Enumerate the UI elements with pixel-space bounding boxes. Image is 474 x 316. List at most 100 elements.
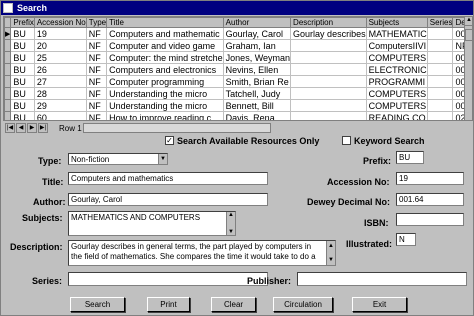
table-cell[interactable]: 28 <box>33 87 87 100</box>
table-cell[interactable]: Understanding the micro <box>106 99 224 112</box>
table-cell[interactable]: Computers and electronics <box>106 63 224 76</box>
next-record-icon[interactable]: ▶ <box>27 123 37 133</box>
results-grid[interactable]: Prefix Accession No Type Title Author Descrip… <box>3 16 473 121</box>
table-cell[interactable]: COMPUTERS <box>365 51 428 64</box>
publisher-field[interactable] <box>297 272 467 286</box>
table-row[interactable]: BU 27 NF Computer programming Smith, Brian R… <box>4 75 472 88</box>
table-cell[interactable]: BU <box>10 39 35 52</box>
title-field[interactable]: Computers and mathematics <box>68 172 268 185</box>
column-header[interactable]: Type <box>85 17 108 28</box>
table-cell[interactable]: 19 <box>33 27 87 40</box>
scroll-up-icon[interactable]: ▲ <box>327 241 335 251</box>
column-header[interactable]: Accession No <box>33 17 87 28</box>
table-cell[interactable] <box>290 87 367 100</box>
table-cell[interactable]: 27 <box>33 75 87 88</box>
table-cell[interactable]: 25 <box>33 51 87 64</box>
table-cell[interactable]: NF <box>85 87 108 100</box>
column-header[interactable]: Description <box>290 17 367 28</box>
table-cell[interactable]: COMPUTERS <box>365 99 428 112</box>
subjects-field[interactable]: MATHEMATICS AND COMPUTERS ▲ ▼ <box>68 211 236 236</box>
table-row[interactable]: BU 60 NF How to improve reading c Davis, Ren… <box>4 111 472 120</box>
accession-field[interactable]: 19 <box>396 172 464 185</box>
table-row[interactable]: BU 26 NF Computers and electronics Nevins, E… <box>4 63 472 76</box>
table-cell[interactable] <box>290 39 367 52</box>
column-header[interactable]: Prefix <box>10 17 35 28</box>
table-cell[interactable]: Computer programming <box>106 75 224 88</box>
chevron-down-icon[interactable]: ▼ <box>158 154 167 164</box>
table-cell[interactable]: NF <box>85 111 108 120</box>
search-button[interactable]: Search <box>70 297 125 312</box>
table-cell[interactable]: BU <box>10 75 35 88</box>
scroll-up-icon[interactable]: ▲ <box>227 212 235 218</box>
illustrated-field[interactable]: N <box>396 233 416 246</box>
type-select[interactable]: Non-fiction ▼ <box>68 153 168 165</box>
table-cell[interactable]: Nevins, Ellen <box>222 63 292 76</box>
table-row[interactable]: BU 28 NF Understanding the micro Tatchell, J… <box>4 87 472 100</box>
last-record-icon[interactable]: ▶| <box>38 123 48 133</box>
table-cell[interactable]: BU <box>10 27 35 40</box>
grid-horizontal-scrollbar[interactable] <box>83 123 271 133</box>
table-cell[interactable]: NF <box>85 99 108 112</box>
table-cell[interactable]: NF <box>85 51 108 64</box>
circulation-button[interactable]: Circulation <box>273 297 333 312</box>
description-field[interactable]: Gourlay describes in general terms, the … <box>68 240 336 266</box>
table-cell[interactable]: 29 <box>33 99 87 112</box>
exit-button[interactable]: Exit <box>352 297 407 312</box>
first-record-icon[interactable]: |◀ <box>5 123 15 133</box>
table-cell[interactable] <box>426 75 454 88</box>
table-cell[interactable]: 60 <box>33 111 87 120</box>
table-row[interactable]: BU 20 NF Computer and video game Graham, Ian… <box>4 39 472 52</box>
table-cell[interactable]: 26 <box>33 63 87 76</box>
isbn-field[interactable] <box>396 213 464 226</box>
table-cell[interactable] <box>426 99 454 112</box>
table-cell[interactable] <box>290 51 367 64</box>
scroll-up-icon[interactable]: ▲ <box>465 17 472 26</box>
grid-vertical-scrollbar[interactable]: ▲ <box>464 17 472 120</box>
table-cell[interactable]: Understanding the micro <box>106 87 224 100</box>
print-button[interactable]: Print <box>147 297 190 312</box>
table-cell[interactable]: Gourlay describes <box>290 27 367 40</box>
table-row[interactable]: ▶ BU 19 NF Computers and mathematic Gourlay, … <box>4 27 472 40</box>
table-cell[interactable]: Computer: the mind stretche <box>106 51 224 64</box>
table-cell[interactable]: ComputersIIVI <box>365 39 428 52</box>
table-cell[interactable]: Computers and mathematic <box>106 27 224 40</box>
table-cell[interactable] <box>290 75 367 88</box>
keyword-search-checkbox[interactable] <box>342 136 351 145</box>
table-cell[interactable]: Davis, Rena <box>222 111 292 120</box>
table-cell[interactable]: NF <box>85 75 108 88</box>
table-cell[interactable] <box>426 39 454 52</box>
table-cell[interactable] <box>426 51 454 64</box>
table-cell[interactable]: ELECTRONIC <box>365 63 428 76</box>
table-cell[interactable]: PROGRAMMI <box>365 75 428 88</box>
table-cell[interactable] <box>290 111 367 120</box>
description-scrollbar[interactable]: ▲ ▼ <box>326 241 335 265</box>
prev-record-icon[interactable]: ◀ <box>16 123 26 133</box>
clear-button[interactable]: Clear <box>211 297 256 312</box>
table-cell[interactable]: 20 <box>33 39 87 52</box>
table-cell[interactable] <box>426 111 454 120</box>
table-cell[interactable]: MATHEMATIC <box>365 27 428 40</box>
scroll-thumb[interactable] <box>465 29 472 41</box>
scroll-down-icon[interactable]: ▼ <box>327 255 335 265</box>
table-cell[interactable]: Computer and video game <box>106 39 224 52</box>
column-header[interactable]: Author <box>222 17 292 28</box>
table-cell[interactable]: NF <box>85 39 108 52</box>
column-header[interactable]: Title <box>106 17 224 28</box>
column-header[interactable]: Series <box>426 17 454 28</box>
search-available-checkbox[interactable]: ✓ <box>165 136 174 145</box>
table-cell[interactable]: BU <box>10 87 35 100</box>
author-field[interactable]: Gourlay, Carol <box>68 193 268 206</box>
table-cell[interactable]: Tatchell, Judy <box>222 87 292 100</box>
table-cell[interactable]: Graham, Ian <box>222 39 292 52</box>
table-cell[interactable]: Smith, Brian Re <box>222 75 292 88</box>
table-cell[interactable]: BU <box>10 99 35 112</box>
table-cell[interactable]: BU <box>10 63 35 76</box>
table-cell[interactable]: Jones, Weyman <box>222 51 292 64</box>
dewey-field[interactable]: 001.64 <box>396 193 464 206</box>
table-cell[interactable]: COMPUTERS <box>365 87 428 100</box>
table-cell[interactable] <box>426 87 454 100</box>
table-cell[interactable]: Gourlay, Carol <box>222 27 292 40</box>
table-cell[interactable]: BU <box>10 111 35 120</box>
table-cell[interactable]: Bennett, Bill <box>222 99 292 112</box>
scroll-down-icon[interactable]: ▼ <box>227 229 235 235</box>
